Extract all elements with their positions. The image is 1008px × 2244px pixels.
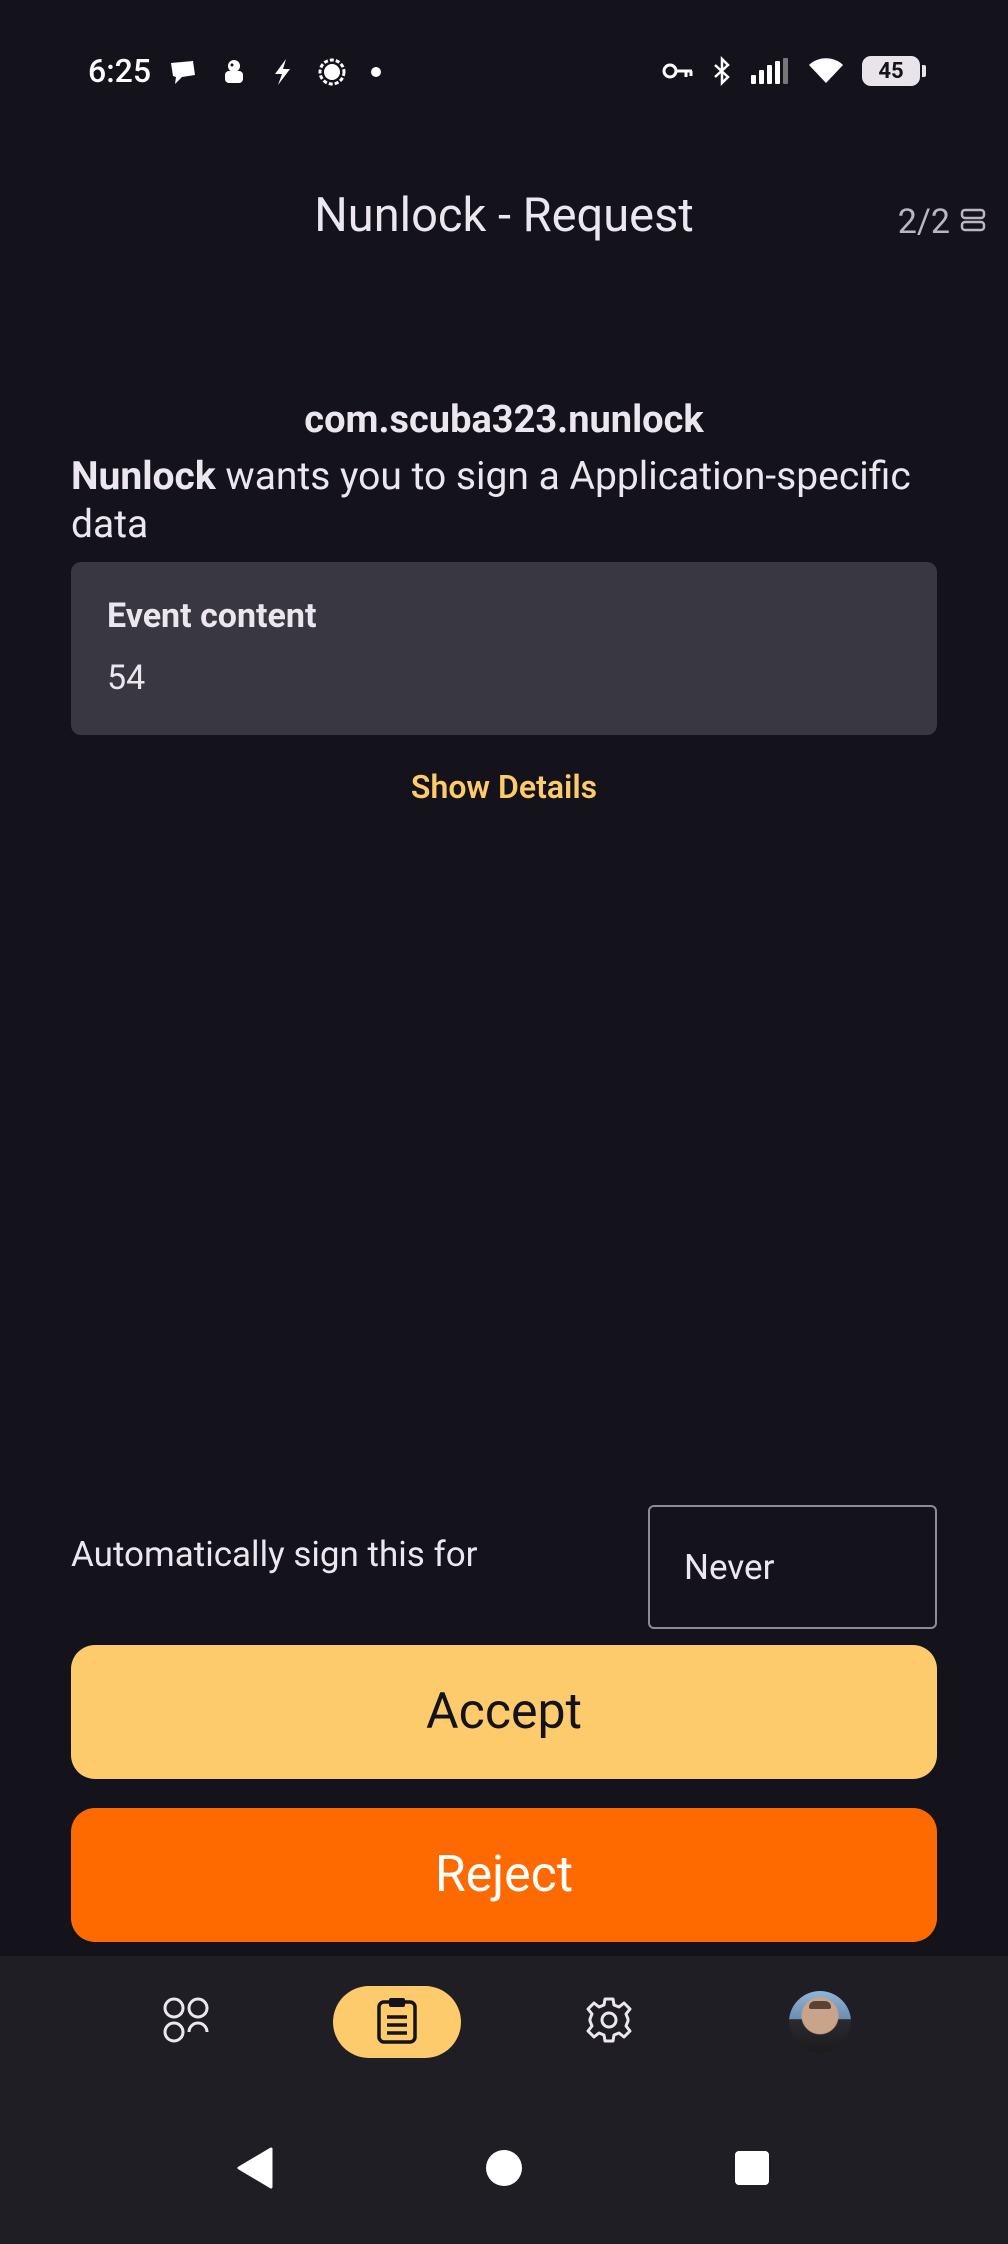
request-page-counter[interactable]: 2/2: [898, 202, 986, 242]
back-triangle-icon: [235, 2146, 275, 2194]
app-bar: Nunlock - Request 2/2: [0, 170, 1008, 270]
signal-chat-icon: [316, 56, 348, 88]
event-content-card: Event content 54: [71, 562, 937, 735]
android-robot-icon: [220, 57, 248, 87]
accept-button[interactable]: Accept: [71, 1645, 937, 1779]
system-navigation-bar: [0, 2096, 1008, 2244]
notification-icons: [168, 56, 382, 88]
status-time: 6:25: [88, 52, 151, 90]
auto-sign-duration-value: Never: [684, 1546, 775, 1588]
recents-square-icon: [734, 2150, 770, 2190]
vpn-key-icon: [662, 61, 694, 81]
avatar: [789, 1991, 851, 2053]
system-status-icons: 45: [662, 56, 926, 86]
wifi-icon: [808, 57, 844, 85]
message-bubble-icon: [168, 57, 198, 87]
nav-item-requests[interactable]: [333, 1986, 461, 2058]
dot-icon: [370, 66, 382, 78]
gear-icon: [584, 1995, 634, 2049]
auto-sign-label: Automatically sign this for: [71, 1534, 478, 1575]
home-circle-icon: [484, 2148, 524, 2192]
battery-icon: 45: [862, 56, 926, 86]
show-details-link[interactable]: Show Details: [0, 768, 1008, 806]
status-bar: 6:25 45: [0, 0, 1008, 150]
auto-sign-duration-select[interactable]: Never: [648, 1505, 937, 1629]
apps-icon: [160, 1994, 212, 2050]
event-content-label: Event content: [107, 596, 317, 636]
system-back-button[interactable]: [235, 2146, 275, 2194]
nav-item-settings[interactable]: [573, 1986, 645, 2058]
bolt-icon: [270, 57, 294, 87]
requesting-app-name: Nunlock: [71, 453, 216, 499]
clipboard-icon: [373, 1995, 421, 2049]
package-name: com.scuba323.nunlock: [304, 398, 704, 442]
nav-item-apps[interactable]: [150, 1986, 222, 2058]
request-description: Nunlock wants you to sign a Application-…: [71, 452, 951, 548]
bottom-navigation: [0, 1956, 1008, 2096]
bluetooth-icon: [712, 56, 732, 86]
page-title: Nunlock - Request: [314, 188, 694, 243]
cell-signal-icon: [750, 57, 790, 85]
nav-item-account[interactable]: [788, 1986, 852, 2058]
page-counter-text: 2/2: [897, 202, 950, 242]
screen: 6:25 45 Nunlock - Request 2/2 com.scuba3…: [0, 0, 1008, 2244]
event-content-value: 54: [107, 658, 146, 698]
system-recents-button[interactable]: [734, 2150, 770, 2190]
reject-button[interactable]: Reject: [71, 1808, 937, 1942]
system-home-button[interactable]: [484, 2148, 524, 2192]
stack-icon: [960, 207, 986, 237]
